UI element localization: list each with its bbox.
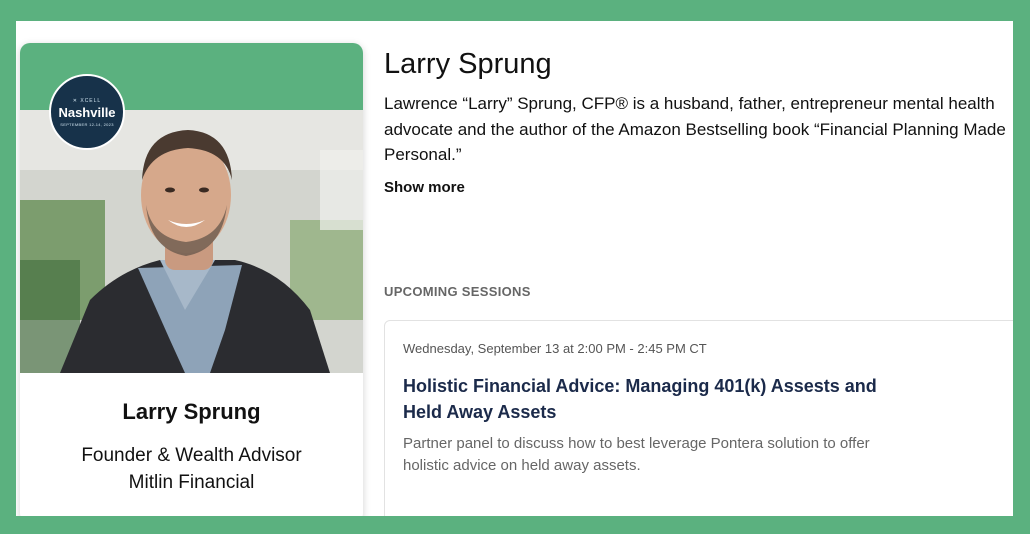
badge-city: Nashville [58, 104, 116, 120]
speaker-bio: Lawrence “Larry” Sprung, CFP® is a husba… [384, 94, 1006, 164]
session-description: Partner panel to discuss how to best lev… [403, 435, 870, 474]
card-speaker-company: Mitlin Financial [128, 472, 255, 493]
badge-dates: SEPTEMBER 12-14, 2023 [60, 121, 114, 127]
session-card[interactable]: Wednesday, September 13 at 2:00 PM - 2:4… [384, 320, 1013, 516]
speaker-portrait [20, 110, 363, 373]
card-speaker-role: Founder & Wealth Advisor Mitlin Financia… [20, 442, 363, 496]
upcoming-sessions-heading: UPCOMING SESSIONS [384, 284, 531, 299]
card-speaker-title: Founder & Wealth Advisor [81, 445, 302, 466]
speaker-profile-card: ✕ XCELL Nashville SEPTEMBER 12-14, 2023 [20, 43, 363, 516]
speaker-photo [20, 110, 363, 373]
session-title-link[interactable]: Holistic Financial Advice: Managing 401(… [403, 373, 903, 425]
card-speaker-name: Larry Sprung [122, 399, 261, 424]
session-time: Wednesday, September 13 at 2:00 PM - 2:4… [403, 341, 707, 356]
speaker-name-heading: Larry Sprung [384, 48, 552, 80]
event-badge-logo: ✕ XCELL Nashville SEPTEMBER 12-14, 2023 [49, 74, 125, 150]
speaker-page: ✕ XCELL Nashville SEPTEMBER 12-14, 2023 [16, 21, 1013, 516]
show-more-link[interactable]: Show more [384, 179, 465, 196]
badge-brand: ✕ XCELL [72, 97, 102, 104]
